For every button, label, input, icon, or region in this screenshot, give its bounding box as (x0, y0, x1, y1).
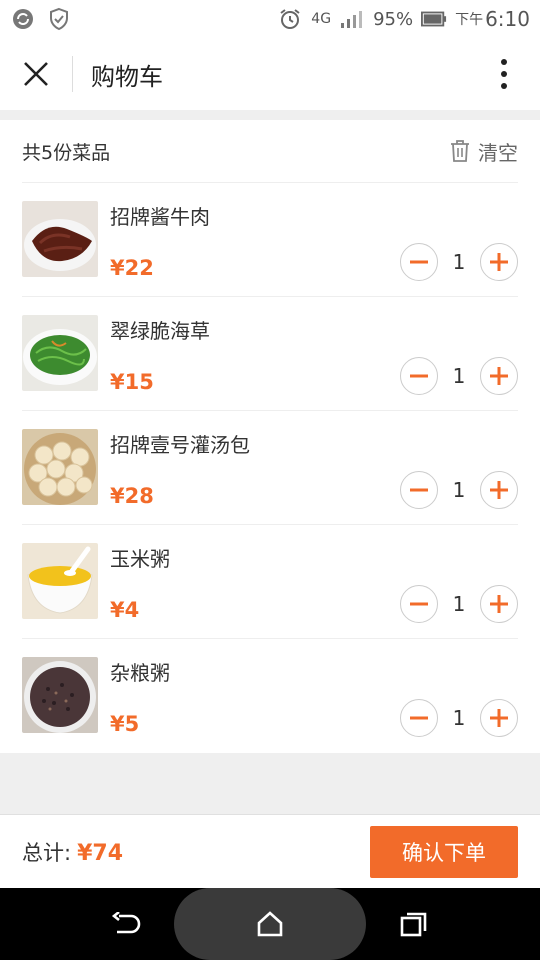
increase-button[interactable] (480, 699, 518, 737)
quantity-stepper: 1 (400, 471, 518, 509)
item-name: 杂粮粥 (110, 661, 170, 685)
minus-icon (410, 488, 428, 492)
item-price: ¥5 (110, 712, 140, 736)
back-button[interactable] (106, 906, 146, 942)
item-name: 招牌酱牛肉 (110, 205, 210, 229)
plus-icon (490, 367, 508, 385)
item-name: 招牌壹号灌汤包 (110, 433, 250, 457)
cart-item: 翠绿脆海草 ¥15 1 (22, 297, 518, 411)
home-icon (257, 911, 283, 937)
close-button[interactable] (0, 38, 72, 110)
signal-icon (339, 6, 365, 32)
increase-button[interactable] (480, 585, 518, 623)
decrease-button[interactable] (400, 585, 438, 623)
close-icon (24, 62, 48, 86)
cart-item: 招牌酱牛肉 ¥22 1 (22, 183, 518, 297)
alarm-icon (277, 6, 303, 32)
decrease-button[interactable] (400, 699, 438, 737)
food-image-beef (22, 201, 98, 277)
item-price: ¥4 (110, 598, 140, 622)
back-icon (111, 912, 141, 934)
decrease-button[interactable] (400, 357, 438, 395)
item-quantity: 1 (452, 706, 466, 730)
recent-apps-button[interactable] (394, 906, 434, 942)
item-quantity: 1 (452, 478, 466, 502)
system-navigation-bar (0, 888, 540, 960)
decrease-button[interactable] (400, 243, 438, 281)
cart-item: 玉米粥 ¥4 1 (22, 525, 518, 639)
food-image-corn-porridge (22, 543, 98, 619)
quantity-stepper: 1 (400, 357, 518, 395)
food-image-soup-dumplings (22, 429, 98, 505)
clock: 6:10 (485, 7, 530, 31)
plus-icon (490, 253, 508, 271)
cart-count: 共5份菜品 (22, 141, 111, 164)
total-value: ¥74 (77, 840, 124, 866)
food-image-grain-porridge (22, 657, 98, 733)
increase-button[interactable] (480, 357, 518, 395)
item-name: 翠绿脆海草 (110, 319, 210, 343)
plus-icon (490, 709, 508, 727)
item-price: ¥22 (110, 256, 154, 280)
header-divider (72, 56, 73, 92)
decrease-button[interactable] (400, 471, 438, 509)
plus-icon (490, 595, 508, 613)
time-prefix: 下午 (455, 12, 484, 28)
home-button[interactable] (250, 906, 290, 942)
quantity-stepper: 1 (400, 699, 518, 737)
sync-icon (10, 6, 36, 32)
checkout-bar: 总计: ¥74 确认下单 (0, 814, 540, 888)
item-price: ¥15 (110, 370, 154, 394)
increase-button[interactable] (480, 471, 518, 509)
item-name: 玉米粥 (110, 547, 170, 571)
item-quantity: 1 (452, 250, 466, 274)
minus-icon (410, 260, 428, 264)
battery-percent: 95% (373, 8, 414, 30)
increase-button[interactable] (480, 243, 518, 281)
recent-apps-icon (400, 912, 427, 937)
cart-item: 招牌壹号灌汤包 ¥28 1 (22, 411, 518, 525)
clear-cart-label: 清空 (478, 140, 518, 165)
minus-icon (410, 716, 428, 720)
minus-icon (410, 602, 428, 606)
cart-panel: 共5份菜品 清空 招牌酱牛肉 ¥22 1 翠绿脆海草 ¥15 1 招牌壹号灌汤包… (0, 120, 540, 753)
order-total: 总计: ¥74 (22, 837, 123, 867)
quantity-stepper: 1 (400, 585, 518, 623)
item-quantity: 1 (452, 592, 466, 616)
plus-icon (490, 481, 508, 499)
page-title: 购物车 (91, 62, 163, 91)
clear-cart-button[interactable]: 清空 (450, 137, 518, 166)
minus-icon (410, 374, 428, 378)
shield-check-icon (46, 6, 72, 32)
item-price: ¥28 (110, 484, 154, 508)
food-image-seaweed (22, 315, 98, 391)
screen: 4G 95% 下午 6:10 购物车 共5份菜品 清空 招牌酱牛肉 ¥22 1 … (0, 0, 540, 960)
total-label: 总计: (22, 840, 72, 865)
battery-icon (421, 6, 447, 32)
network-type: 4G (311, 11, 332, 27)
status-bar: 4G 95% 下午 6:10 (0, 0, 540, 38)
cart-item: 杂粮粥 ¥5 1 (22, 639, 518, 753)
quantity-stepper: 1 (400, 243, 518, 281)
trash-icon (451, 140, 469, 162)
app-header: 购物车 (0, 38, 540, 110)
more-vertical-icon (501, 59, 507, 89)
cart-header: 共5份菜品 清空 (22, 120, 518, 183)
confirm-order-button[interactable]: 确认下单 (370, 825, 518, 878)
more-menu-button[interactable] (468, 38, 540, 110)
item-quantity: 1 (452, 364, 466, 388)
